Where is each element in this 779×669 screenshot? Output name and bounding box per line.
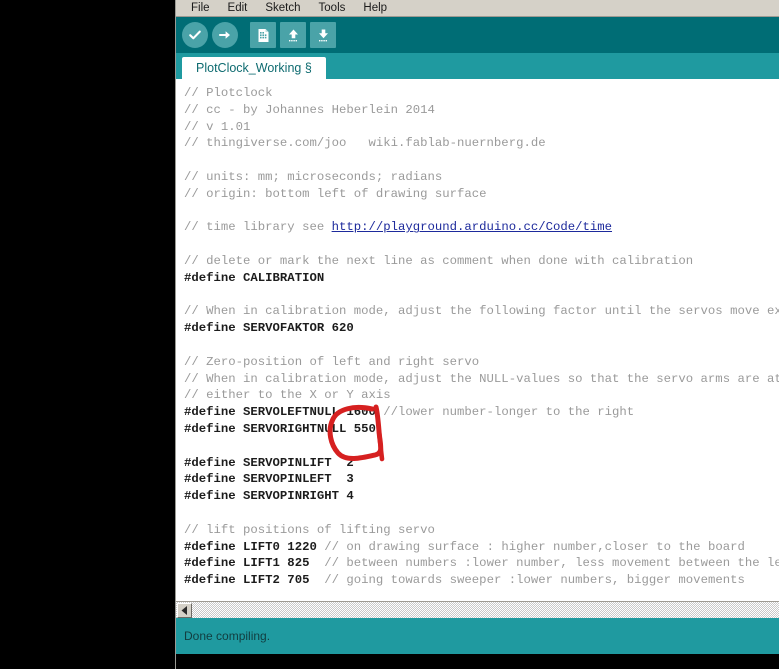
code-line: #define LIFT1 825 // between numbers :lo… bbox=[184, 555, 779, 572]
status-message: Done compiling. bbox=[184, 629, 271, 643]
code-link[interactable]: http://playground.arduino.cc/Code/time bbox=[332, 220, 612, 234]
code-span: #define CALIBRATION bbox=[184, 270, 325, 285]
code-span: // on drawing surface : higher number,cl… bbox=[324, 539, 745, 554]
code-line: // Zero-position of left and right servo bbox=[184, 354, 779, 371]
code-line: // time library see http://playground.ar… bbox=[184, 219, 779, 236]
code-span: #define SERVOPINLEFT 3 bbox=[184, 472, 354, 487]
code-span: #define SERVOLEFTNULL 1600 bbox=[184, 405, 384, 420]
new-sketch-button[interactable] bbox=[250, 22, 276, 48]
code-span: #define SERVOPINLIFT 2 bbox=[184, 455, 354, 470]
code-line: // v 1.01 bbox=[184, 119, 779, 136]
code-span: #define LIFT2 705 bbox=[184, 573, 325, 588]
code-span: // When in calibration mode, adjust the … bbox=[184, 371, 779, 386]
code-editor[interactable]: // Plotclock // cc - by Johannes Heberlei… bbox=[176, 79, 779, 601]
code-span: // origin: bottom left of drawing surfac… bbox=[184, 186, 487, 201]
code-span: #define SERVORIGHTNULL 550 bbox=[184, 421, 376, 436]
code-span: // v 1.01 bbox=[184, 119, 251, 134]
status-bar: Done compiling. bbox=[176, 618, 779, 654]
code-line: #define LIFT0 1220 // on drawing surface… bbox=[184, 539, 779, 556]
code-span: // thingiverse.com/joo wiki.fablab-nuern… bbox=[184, 136, 546, 151]
arduino-ide-window: File Edit Sketch Tools Help PlotClock_Wo… bbox=[175, 0, 779, 669]
code-line: #define SERVORIGHTNULL 550 bbox=[184, 421, 779, 438]
code-span: // Zero-position of left and right servo bbox=[184, 354, 480, 369]
arrow-down-icon bbox=[318, 29, 328, 41]
code-span: // either to the X or Y axis bbox=[184, 388, 391, 403]
code-line: // Plotclock bbox=[184, 85, 779, 102]
code-line: #define SERVOLEFTNULL 1600 //lower numbe… bbox=[184, 404, 779, 421]
upload-button[interactable] bbox=[212, 22, 238, 48]
code-line: #define LIFT2 705 // going towards sweep… bbox=[184, 572, 779, 589]
menu-item-file[interactable]: File bbox=[182, 0, 219, 16]
menu-item-help[interactable]: Help bbox=[354, 0, 396, 16]
code-span: // Plotclock bbox=[184, 86, 273, 100]
code-line: // either to the X or Y axis bbox=[184, 387, 779, 404]
code-span: // cc - by Johannes Heberlein 2014 bbox=[184, 102, 435, 117]
code-span: #define SERVOFAKTOR 620 bbox=[184, 321, 354, 336]
code-line: // delete or mark the next line as comme… bbox=[184, 253, 779, 270]
code-line: #define SERVOPINRIGHT 4 bbox=[184, 488, 779, 505]
code-line: #define CALIBRATION bbox=[184, 270, 779, 287]
save-sketch-button[interactable] bbox=[310, 22, 336, 48]
code-span: //lower number-longer to the right bbox=[383, 405, 635, 420]
code-span: // units: mm; microseconds; radians bbox=[184, 169, 443, 184]
code-line: #define SERVOPINLEFT 3 bbox=[184, 471, 779, 488]
code-span: // going towards sweeper :lower numbers,… bbox=[324, 573, 745, 588]
tab-strip: PlotClock_Working § bbox=[176, 53, 779, 79]
code-line: // origin: bottom left of drawing surfac… bbox=[184, 186, 779, 203]
code-line: // cc - by Johannes Heberlein 2014 bbox=[184, 102, 779, 119]
verify-button[interactable] bbox=[182, 22, 208, 48]
menu-item-edit[interactable]: Edit bbox=[219, 0, 257, 16]
arrow-up-icon bbox=[288, 29, 298, 41]
code-span: #define SERVOPINRIGHT 4 bbox=[184, 489, 354, 504]
code-span: // lift positions of lifting servo bbox=[184, 522, 435, 537]
menu-bar: File Edit Sketch Tools Help bbox=[176, 0, 779, 17]
new-file-icon bbox=[258, 28, 268, 42]
open-sketch-button[interactable] bbox=[280, 22, 306, 48]
check-icon bbox=[189, 30, 201, 40]
code-span: #define LIFT1 825 bbox=[184, 556, 325, 571]
code-span: // between numbers :lower number, less m… bbox=[324, 556, 779, 571]
menu-item-sketch[interactable]: Sketch bbox=[256, 0, 309, 16]
code-span: // time library see bbox=[184, 220, 332, 235]
code-line: #define SERVOFAKTOR 620 bbox=[184, 320, 779, 337]
code-line: // thingiverse.com/joo wiki.fablab-nuern… bbox=[184, 135, 779, 152]
code-span: // When in calibration mode, adjust the … bbox=[184, 304, 779, 319]
code-text: // Plotclock // cc - by Johannes Heberlei… bbox=[184, 85, 779, 589]
code-span: // delete or mark the next line as comme… bbox=[184, 253, 694, 268]
code-line: // lift positions of lifting servo bbox=[184, 522, 779, 539]
code-line: #define SERVOPINLIFT 2 bbox=[184, 455, 779, 472]
tab-plotclock-working[interactable]: PlotClock_Working § bbox=[182, 57, 326, 79]
code-line: // units: mm; microseconds; radians bbox=[184, 169, 779, 186]
code-span: #define LIFT0 1220 bbox=[184, 539, 325, 554]
code-line: // When in calibration mode, adjust the … bbox=[184, 371, 779, 388]
horizontal-scrollbar[interactable] bbox=[176, 601, 779, 618]
code-line: // When in calibration mode, adjust the … bbox=[184, 303, 779, 320]
triangle-left-icon bbox=[181, 606, 187, 615]
arrow-right-icon bbox=[218, 31, 230, 39]
toolbar bbox=[176, 17, 779, 53]
console-output[interactable] bbox=[176, 654, 779, 669]
scroll-left-button[interactable] bbox=[177, 603, 192, 618]
menu-item-tools[interactable]: Tools bbox=[310, 0, 355, 16]
